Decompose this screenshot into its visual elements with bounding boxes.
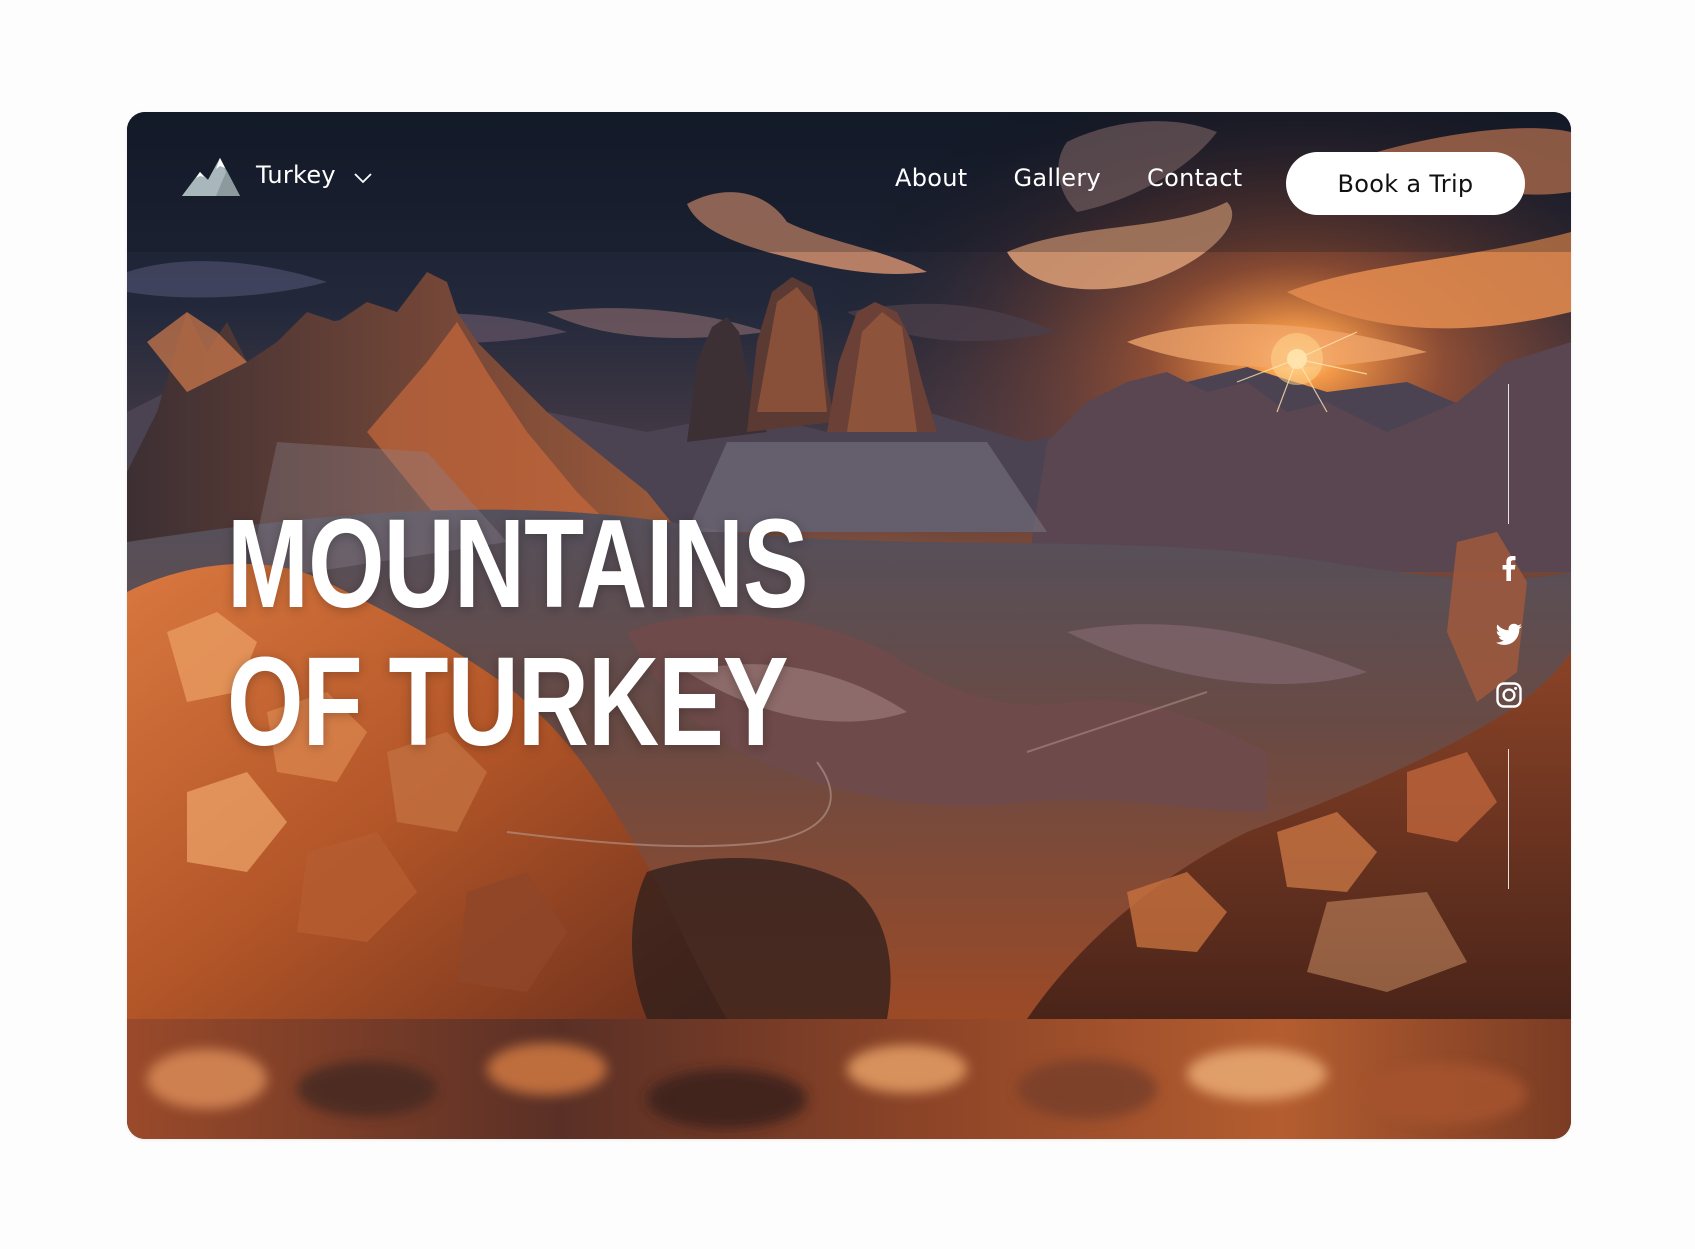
nav-about[interactable]: About bbox=[895, 164, 967, 192]
nav-gallery[interactable]: Gallery bbox=[1013, 164, 1101, 192]
social-rail-divider-top bbox=[1508, 384, 1509, 524]
hero-title: MOUNTAINS OF TURKEY bbox=[227, 493, 809, 772]
hero-title-line-1: MOUNTAINS bbox=[227, 493, 809, 634]
chevron-down-icon bbox=[354, 173, 372, 184]
location-selector[interactable]: Turkey bbox=[182, 154, 372, 196]
social-rail-divider-bottom bbox=[1508, 749, 1509, 889]
landing-card: Turkey About Gallery Contact Book a Trip… bbox=[127, 112, 1571, 1139]
main-nav: About Gallery Contact bbox=[895, 164, 1243, 192]
location-label: Turkey bbox=[256, 161, 336, 189]
hero-title-line-2: OF TURKEY bbox=[227, 631, 789, 772]
book-trip-button[interactable]: Book a Trip bbox=[1286, 152, 1525, 215]
mountain-logo-icon bbox=[182, 158, 240, 196]
blurred-foreground-strip bbox=[127, 1019, 1571, 1139]
twitter-icon[interactable] bbox=[1495, 620, 1523, 648]
instagram-icon[interactable] bbox=[1495, 681, 1523, 709]
facebook-icon[interactable] bbox=[1495, 554, 1523, 582]
nav-contact[interactable]: Contact bbox=[1147, 164, 1242, 192]
